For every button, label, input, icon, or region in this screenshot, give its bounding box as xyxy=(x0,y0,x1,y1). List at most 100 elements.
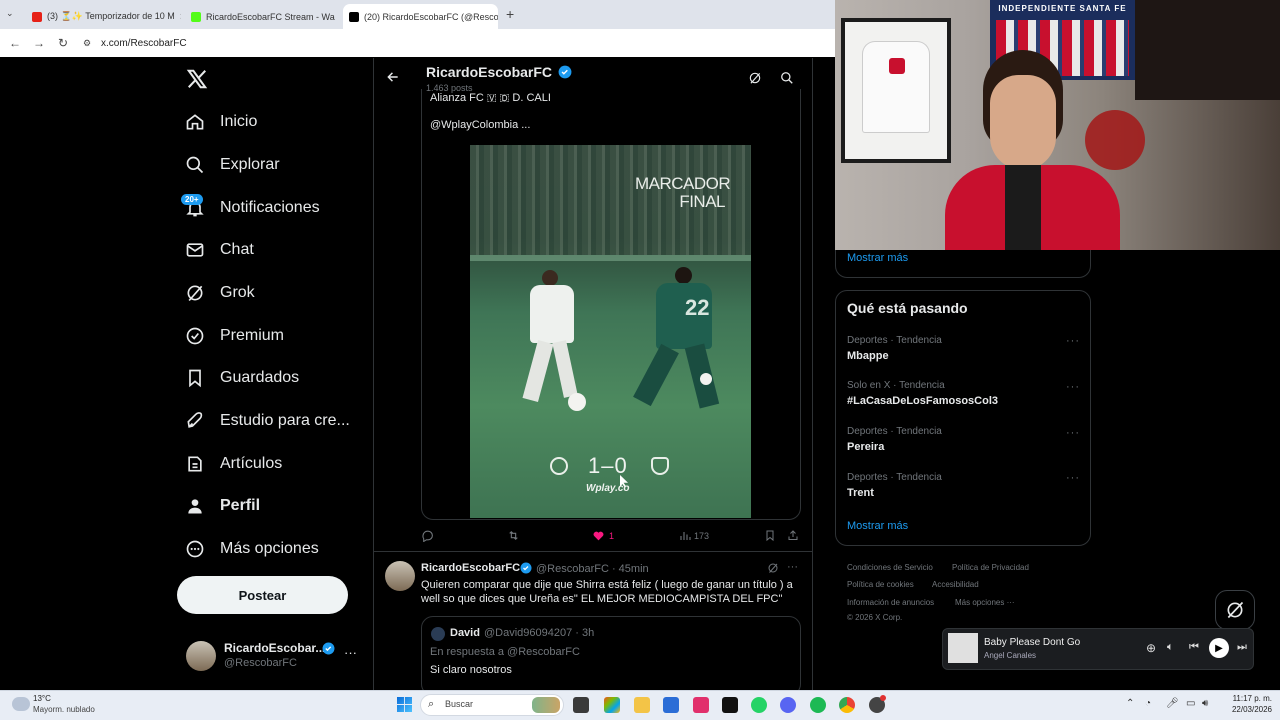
network-icon[interactable]: ◔ xyxy=(1145,698,1151,709)
framed-jersey xyxy=(841,18,951,163)
tiktok-icon[interactable] xyxy=(693,697,709,713)
grok-icon[interactable] xyxy=(767,562,779,574)
microphone-icon[interactable]: 🎤︎ xyxy=(1166,698,1179,709)
author-avatar[interactable] xyxy=(385,561,415,591)
red-decoration xyxy=(1085,110,1145,170)
clock-date[interactable]: 22/03/2026 xyxy=(1220,705,1272,714)
new-tab-button[interactable]: + xyxy=(506,6,514,22)
author-name[interactable]: RicardoEscobarFC xyxy=(421,562,520,574)
clock-time[interactable]: 11:17 p. m. xyxy=(1220,694,1272,703)
url-field[interactable]: x.com/RescobarFC xyxy=(101,38,187,49)
volume-icon[interactable]: 🔈︎ xyxy=(1167,641,1174,654)
add-icon[interactable]: ⊕ xyxy=(1146,641,1156,655)
tiktok-studio-icon[interactable] xyxy=(722,697,738,713)
nav-label: Grok xyxy=(220,284,255,301)
nav-item-notificaciones[interactable]: Notificaciones xyxy=(185,188,320,228)
footer-more[interactable]: Más opciones ··· xyxy=(955,598,1015,607)
discord-icon[interactable] xyxy=(780,697,796,713)
score: 1–0 xyxy=(588,453,628,478)
grok-floating-button[interactable] xyxy=(1215,590,1255,630)
play-button[interactable]: ▶︎ xyxy=(1209,638,1229,658)
nav-item-explorar[interactable]: Explorar xyxy=(185,145,280,185)
back-arrow-icon[interactable] xyxy=(386,70,400,87)
weather-temp[interactable]: 13°C xyxy=(33,694,51,703)
verified-icon xyxy=(322,642,335,655)
nav-item-articulos[interactable]: Artículos xyxy=(185,444,282,484)
forward-icon[interactable]: → xyxy=(27,36,51,50)
grok-icon xyxy=(187,285,203,302)
browser-tab-3[interactable]: (20) RicardoEscobarFC (@Resco × xyxy=(343,4,498,29)
nav-item-estudio[interactable]: Estudio para cre... xyxy=(185,401,350,441)
back-icon[interactable]: ← xyxy=(3,36,27,50)
match-photo[interactable]: MARCADOR FINAL 22 1–0 Wplay.co xyxy=(470,145,751,518)
account-more-icon[interactable]: ··· xyxy=(344,645,357,660)
nav-item-guardados[interactable]: Guardados xyxy=(185,358,299,398)
trend-item[interactable]: Solo en X · Tendencia #LaCasaDeLosFamoso… xyxy=(847,380,1077,407)
player-head xyxy=(675,267,692,284)
account-name: RicardoEscobar... xyxy=(224,641,326,655)
footer-privacy[interactable]: Política de Privacidad xyxy=(952,563,1029,572)
close-tab-icon[interactable]: × xyxy=(180,11,181,23)
whatsapp-icon[interactable] xyxy=(751,697,767,713)
home-icon xyxy=(186,114,204,130)
reply-icon[interactable] xyxy=(421,529,434,542)
footer-terms[interactable]: Condiciones de Servicio xyxy=(847,563,933,572)
trend-item[interactable]: Deportes · Tendencia Mbappe xyxy=(847,335,1077,362)
tab-list-button[interactable]: ⌄ xyxy=(6,8,14,19)
browser-tab-1[interactable]: (3) ⏳✨ Temporizador de 10 M × xyxy=(26,4,181,29)
nav-item-chat[interactable]: Chat xyxy=(185,230,254,270)
like-icon[interactable] xyxy=(592,529,605,542)
previous-track-icon[interactable]: ⏮︎ xyxy=(1189,641,1199,654)
repost-icon[interactable] xyxy=(507,529,520,542)
footer-accessibility[interactable]: Accesibilidad xyxy=(932,580,979,589)
nav-item-premium[interactable]: Premium xyxy=(185,316,284,356)
trend-more-icon[interactable]: ··· xyxy=(1066,472,1080,484)
volume-icon[interactable]: 🔊︎ xyxy=(1202,698,1208,709)
footer-cookies[interactable]: Política de cookies xyxy=(847,580,914,589)
post-button[interactable]: Postear xyxy=(177,576,348,614)
x-logo-icon[interactable] xyxy=(186,68,208,95)
weather-cloud-icon[interactable] xyxy=(12,697,30,711)
spotify-icon[interactable] xyxy=(810,697,826,713)
search-icon[interactable] xyxy=(780,71,794,85)
article-icon xyxy=(188,456,202,472)
show-more-link[interactable]: Mostrar más xyxy=(847,520,908,532)
share-icon[interactable] xyxy=(787,529,799,542)
trend-meta: Deportes · Tendencia xyxy=(847,426,942,437)
app-icon[interactable] xyxy=(604,697,620,713)
trend-more-icon[interactable]: ··· xyxy=(1066,335,1080,347)
chrome-icon[interactable] xyxy=(839,697,855,713)
task-view-icon[interactable] xyxy=(573,697,589,713)
image-title-line-2: FINAL xyxy=(679,192,725,211)
verified-badge-icon xyxy=(186,327,204,345)
show-more-link[interactable]: Mostrar más xyxy=(847,252,908,264)
display-icon[interactable]: ▭ xyxy=(1186,698,1195,709)
nav-item-inicio[interactable]: Inicio xyxy=(185,102,257,142)
microphone xyxy=(1005,165,1041,250)
account-avatar[interactable] xyxy=(186,641,216,671)
nav-item-mas-opciones[interactable]: Más opciones xyxy=(185,529,319,569)
store-icon[interactable] xyxy=(663,697,679,713)
file-explorer-icon[interactable] xyxy=(634,697,650,713)
nav-item-perfil[interactable]: Perfil xyxy=(185,486,260,526)
tab-label: (3) ⏳✨ Temporizador de 10 M xyxy=(47,11,175,21)
chevron-up-icon[interactable]: ⌃ xyxy=(1126,698,1134,709)
trend-item[interactable]: Deportes · Tendencia Trent xyxy=(847,472,1077,499)
post-more-icon[interactable]: ··· xyxy=(787,561,798,573)
trend-item[interactable]: Deportes · Tendencia Pereira xyxy=(847,426,1077,453)
browser-tab-2[interactable]: RicardoEscobarFC Stream - Wa × xyxy=(185,4,340,29)
nav-item-grok[interactable]: Grok xyxy=(185,273,255,313)
reload-icon[interactable]: ↻ xyxy=(51,36,75,50)
views-icon[interactable] xyxy=(679,530,691,542)
weather-desc[interactable]: Mayorm. nublado xyxy=(33,705,95,714)
trend-more-icon[interactable]: ··· xyxy=(1066,381,1080,393)
next-track-icon[interactable]: ⏭︎ xyxy=(1237,641,1247,654)
site-info-icon[interactable]: ⚙ xyxy=(75,38,99,49)
footer-copyright: © 2026 X Corp. xyxy=(847,613,903,622)
post-divider xyxy=(374,551,812,552)
media-player-widget[interactable] xyxy=(942,628,1254,670)
grok-icon[interactable] xyxy=(748,71,762,85)
bookmark-icon[interactable] xyxy=(764,529,776,542)
footer-ads-info[interactable]: Información de anuncios xyxy=(847,598,934,607)
trend-more-icon[interactable]: ··· xyxy=(1066,427,1080,439)
